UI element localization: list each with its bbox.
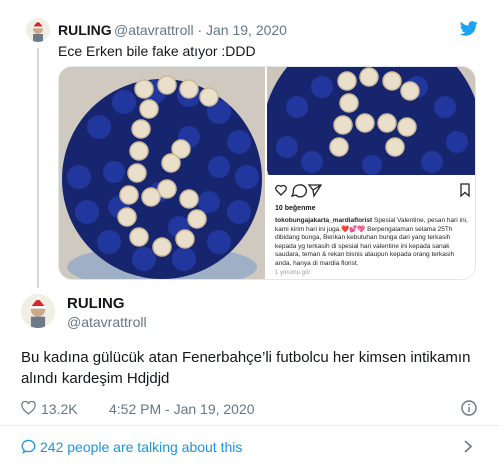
tweet-text: Bu kadına gülücük atan Fenerbahçe’li fut… bbox=[21, 349, 471, 387]
instagram-caption-text: Spesial Valentine, pesan hari ini, kami … bbox=[275, 217, 468, 267]
instagram-photo bbox=[262, 67, 475, 247]
twitter-bird-icon[interactable] bbox=[460, 21, 478, 36]
tweet-meta-row: 13.2K 4:52 PM - Jan 19, 2020 bbox=[21, 400, 481, 418]
info-icon[interactable] bbox=[461, 400, 477, 416]
tweet-embed-card: RULING @atavrattroll · Jan 19, 2020 Ece … bbox=[0, 0, 499, 467]
author-avatar[interactable] bbox=[21, 294, 55, 328]
author-name[interactable]: RULING bbox=[67, 295, 125, 312]
quoted-avatar[interactable] bbox=[26, 18, 50, 42]
instagram-caption-user: tokobungajakarta_mardiaflorist bbox=[275, 217, 373, 224]
author-handle[interactable]: @atavrattroll bbox=[67, 314, 147, 330]
quoted-author-name[interactable]: RULING bbox=[58, 22, 112, 38]
chevron-right-icon[interactable] bbox=[463, 439, 473, 454]
talking-count-link[interactable]: 242 people are talking about this bbox=[40, 439, 242, 455]
quoted-handle-and-date[interactable]: @atavrattroll · Jan 19, 2020 bbox=[114, 22, 287, 38]
conversation-link[interactable]: 242 people are talking about this bbox=[0, 426, 499, 467]
media-grid[interactable]: 10 beğenme tokobungajakarta_mardiafloris… bbox=[58, 66, 476, 280]
quoted-tweet-text: Ece Erken bile fake atıyor :DDD bbox=[58, 43, 256, 59]
heart-icon[interactable] bbox=[21, 401, 36, 415]
instagram-action-bar bbox=[275, 182, 471, 198]
instagram-post-screenshot[interactable]: 10 beğenme tokobungajakarta_mardiafloris… bbox=[262, 67, 475, 279]
like-count[interactable]: 13.2K bbox=[41, 401, 78, 417]
thread-line bbox=[37, 48, 39, 288]
instagram-likes: 10 beğenme bbox=[275, 205, 316, 212]
tweet-timestamp[interactable]: 4:52 PM - Jan 19, 2020 bbox=[109, 401, 255, 417]
rose-box-photo[interactable] bbox=[59, 67, 265, 279]
speech-bubble-icon bbox=[21, 439, 36, 454]
instagram-caption: tokobungajakarta_mardiaflorist Spesial V… bbox=[275, 217, 471, 268]
instagram-comments-link: 1 yorumu gör bbox=[275, 270, 311, 276]
